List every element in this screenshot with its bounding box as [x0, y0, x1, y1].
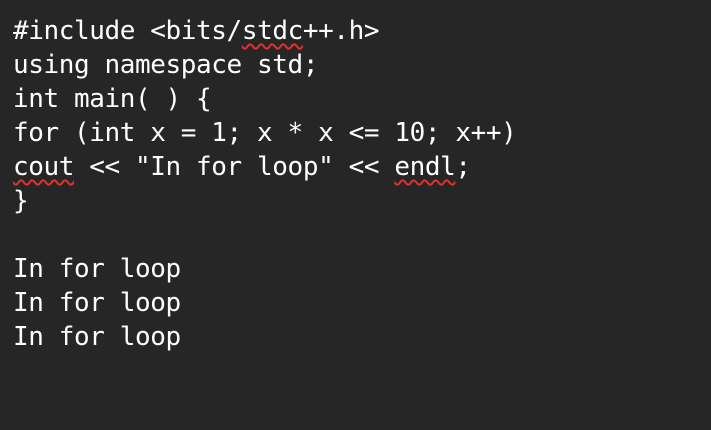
code-line-using: using namespace std;: [13, 50, 319, 80]
code-line-cout: cout << "In for loop" << endl;: [13, 150, 711, 184]
output-line: In for loop: [13, 254, 181, 284]
misspelled-word[interactable]: stdc: [242, 16, 303, 46]
code-text: #include <bits/: [13, 16, 242, 46]
code-line-for: for (int x = 1; x * x <= 10; x++): [13, 118, 517, 148]
output-line: In for loop: [13, 288, 181, 318]
code-line-main: int main( ) {: [13, 84, 212, 114]
misspelled-word[interactable]: cout: [13, 152, 74, 182]
code-line-close-brace: }: [13, 186, 29, 216]
code-text: << "In for loop" <<: [74, 152, 395, 182]
code-line-include: #include <bits/stdc++.h>: [13, 14, 711, 48]
program-output: In for loop In for loop In for loop: [13, 252, 711, 354]
text-editor[interactable]: #include <bits/stdc++.h> using namespace…: [0, 0, 711, 430]
code-block: #include <bits/stdc++.h> using namespace…: [13, 14, 711, 218]
output-line: In for loop: [13, 322, 181, 352]
misspelled-word[interactable]: endl: [394, 152, 455, 182]
code-text: ;: [455, 152, 471, 182]
code-text: ++.h>: [302, 16, 380, 46]
